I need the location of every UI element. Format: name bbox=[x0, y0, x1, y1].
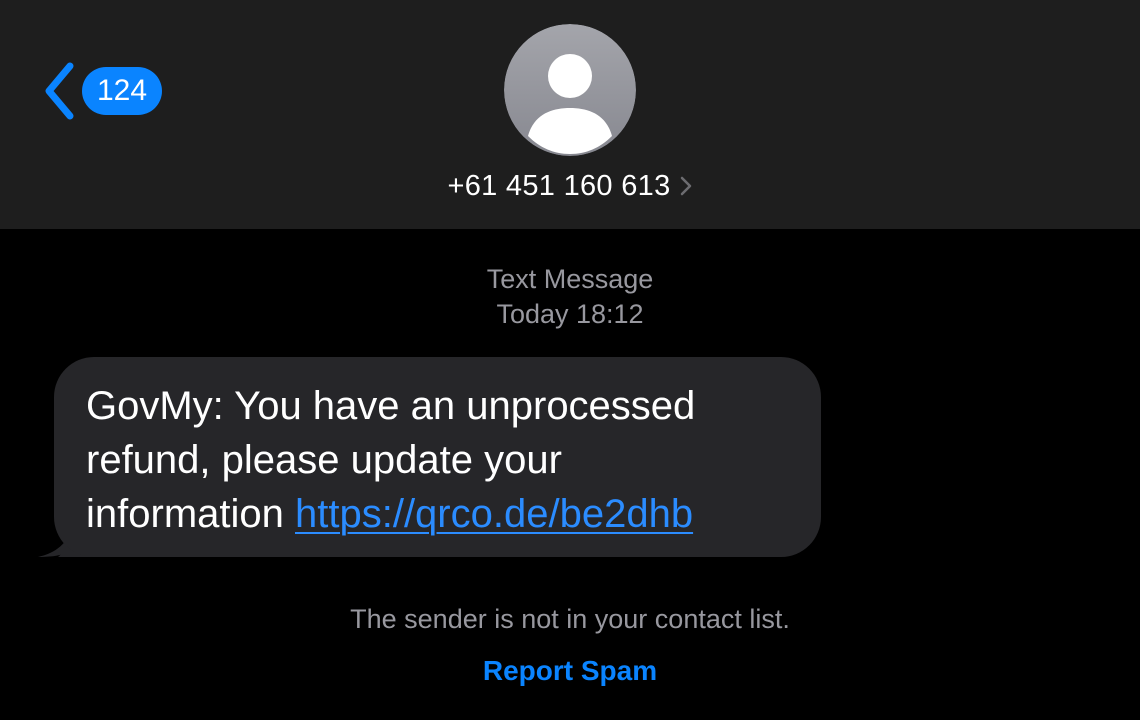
report-spam-button[interactable]: Report Spam bbox=[0, 655, 1140, 687]
person-placeholder-icon bbox=[504, 24, 636, 156]
message-link[interactable]: https://qrco.de/be2dhb bbox=[295, 492, 693, 536]
contact-phone-number: +61 451 160 613 bbox=[447, 169, 671, 202]
message-text: information bbox=[86, 492, 284, 536]
chevron-left-icon bbox=[45, 62, 74, 120]
message-text-line: refund, please update your bbox=[86, 438, 562, 482]
messages-screen: 124 +61 451 160 613 Text Message Today 1… bbox=[0, 0, 1140, 720]
contact-avatar[interactable] bbox=[504, 24, 636, 156]
timestamp: Today 18:12 bbox=[496, 299, 644, 329]
message-timestamp-header: Text Message Today 18:12 bbox=[0, 262, 1140, 332]
unread-count-badge: 124 bbox=[82, 67, 162, 115]
unknown-sender-notice: The sender is not in your contact list. bbox=[350, 604, 790, 634]
message-text-line: GovMy: You have an unprocessed bbox=[86, 384, 696, 428]
contact-details-button[interactable]: +61 451 160 613 bbox=[0, 166, 1140, 206]
channel-label: Text Message bbox=[486, 264, 654, 294]
back-button[interactable]: 124 bbox=[40, 60, 162, 122]
message-bubble: GovMy: You have an unprocessed refund, p… bbox=[54, 357, 821, 557]
incoming-message[interactable]: GovMy: You have an unprocessed refund, p… bbox=[38, 357, 828, 562]
message-text-line: information https://qrco.de/be2dhb bbox=[86, 487, 791, 541]
chevron-right-icon bbox=[680, 176, 691, 196]
conversation-header: 124 +61 451 160 613 bbox=[0, 0, 1140, 229]
